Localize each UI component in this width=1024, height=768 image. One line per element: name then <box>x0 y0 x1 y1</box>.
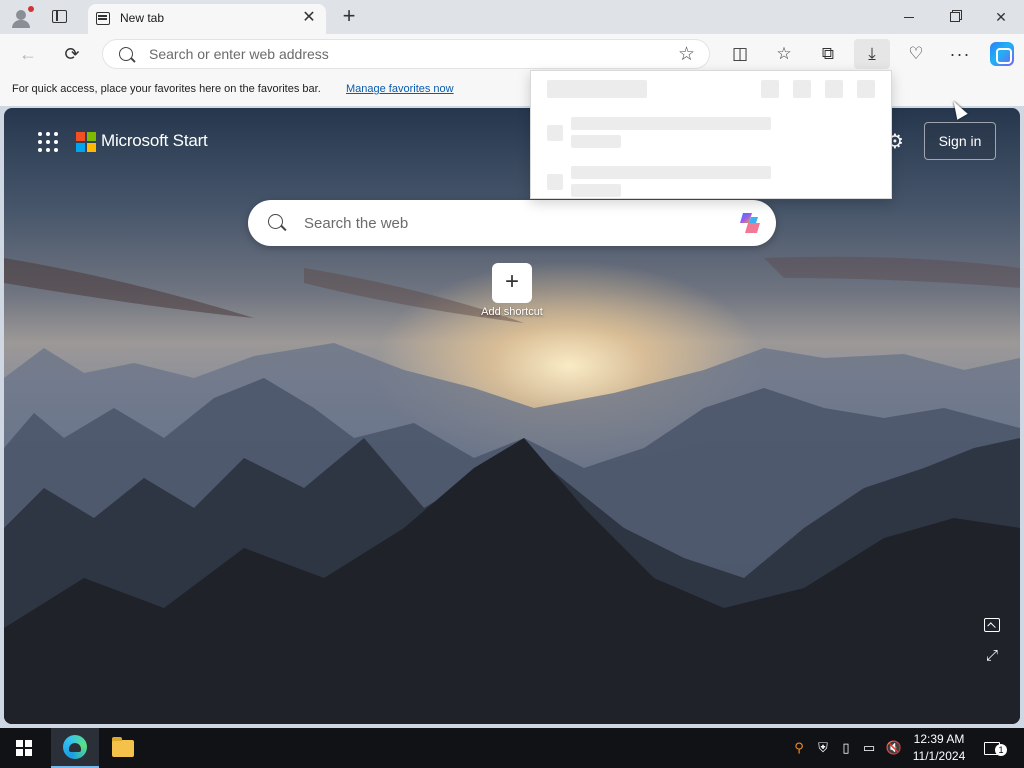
copilot-icon[interactable] <box>988 40 1016 68</box>
downloads-icon[interactable]: ⤓ <box>854 39 890 69</box>
tray-network-icon[interactable]: ▭ <box>860 738 878 758</box>
edge-icon <box>63 735 87 759</box>
skeleton-item-line <box>571 135 621 148</box>
address-bar[interactable]: ☆ <box>102 39 710 69</box>
add-shortcut-plus-icon[interactable]: + <box>492 263 532 303</box>
skeleton-header <box>547 80 647 98</box>
title-bar: New tab ✕ + ✕ <box>0 0 1024 34</box>
skeleton-action <box>857 80 875 98</box>
tray-search-icon[interactable]: ⚲ <box>790 738 808 758</box>
apps-launcher-icon[interactable] <box>38 132 58 152</box>
skeleton-action <box>761 80 779 98</box>
back-button[interactable]: ← <box>14 40 42 68</box>
start-button[interactable] <box>0 728 48 768</box>
search-icon <box>119 47 133 61</box>
microsoft-logo <box>76 132 96 152</box>
new-tab-page: Microsoft Start ⚙ Sign in + Add shortcut… <box>4 108 1020 724</box>
favorites-icon[interactable]: ☆ <box>770 40 798 68</box>
skeleton-item-icon <box>547 174 563 190</box>
skeleton-item-line <box>571 184 621 197</box>
split-screen-icon[interactable]: ◫ <box>726 40 754 68</box>
notification-count: 1 <box>995 744 1007 756</box>
clock-date: 11/1/2024 <box>912 749 966 763</box>
add-shortcut-label: Add shortcut <box>481 306 543 318</box>
add-shortcut[interactable]: + Add shortcut <box>476 263 548 323</box>
tab-actions-icon[interactable] <box>48 7 72 27</box>
skeleton-item-line <box>571 166 771 179</box>
browser-toolbar: ← ⟳ ☆ ◫ ☆ ⧉ ⤓ ♡ ··· <box>0 34 1024 74</box>
skeleton-item-icon <box>547 125 563 141</box>
tab-title: New tab <box>120 11 165 25</box>
profile-icon[interactable] <box>8 5 34 29</box>
brand-title[interactable]: Microsoft Start <box>101 131 208 151</box>
expand-icon[interactable]: ⤢ <box>984 648 1000 664</box>
taskbar-clock[interactable]: 12:39 AM 11/1/2024 <box>904 731 974 765</box>
skeleton-item-line <box>571 117 771 130</box>
clock-time: 12:39 AM <box>913 732 965 746</box>
skeleton-action <box>825 80 843 98</box>
add-favorite-star-icon[interactable]: ☆ <box>678 43 695 66</box>
taskbar-file-explorer-button[interactable] <box>99 728 147 768</box>
web-search-input[interactable] <box>304 212 704 234</box>
tray-security-shield-icon[interactable]: ⛨ <box>814 738 832 758</box>
favorites-bar-hint: For quick access, place your favorites h… <box>12 83 321 95</box>
tray-usb-icon[interactable]: ▯ <box>838 738 854 758</box>
copilot-search-icon[interactable] <box>736 209 764 237</box>
windows-logo-icon <box>16 740 32 756</box>
new-tab-button[interactable]: + <box>338 5 360 27</box>
downloads-flyout <box>530 70 892 199</box>
search-icon <box>268 214 283 229</box>
windows-taskbar: ⚲ ⛨ ▯ ▭ 🔇 12:39 AM 11/1/2024 1 <box>0 728 1024 768</box>
sign-in-button[interactable]: Sign in <box>924 122 996 160</box>
skeleton-action <box>793 80 811 98</box>
tray-volume-muted-icon[interactable]: 🔇 <box>884 738 904 758</box>
browser-essentials-icon[interactable]: ♡ <box>902 40 930 68</box>
web-search-box[interactable] <box>248 200 776 246</box>
collections-icon[interactable]: ⧉ <box>814 40 842 68</box>
close-window-button[interactable]: ✕ <box>978 0 1024 34</box>
new-tab-page-icon <box>96 12 110 25</box>
address-input[interactable] <box>149 44 649 64</box>
folder-icon <box>112 736 134 757</box>
refresh-button[interactable]: ⟳ <box>58 40 86 68</box>
background-info-icon[interactable] <box>984 618 1000 632</box>
maximize-button[interactable] <box>932 0 978 34</box>
action-center-button[interactable]: 1 <box>978 738 1007 758</box>
manage-favorites-link[interactable]: Manage favorites now <box>346 83 454 95</box>
settings-and-more-icon[interactable]: ··· <box>946 40 974 68</box>
tab-new-tab[interactable]: New tab ✕ <box>88 4 326 34</box>
tab-close-button[interactable]: ✕ <box>300 9 318 27</box>
minimize-button[interactable] <box>886 0 932 34</box>
taskbar-edge-button[interactable] <box>51 728 99 768</box>
